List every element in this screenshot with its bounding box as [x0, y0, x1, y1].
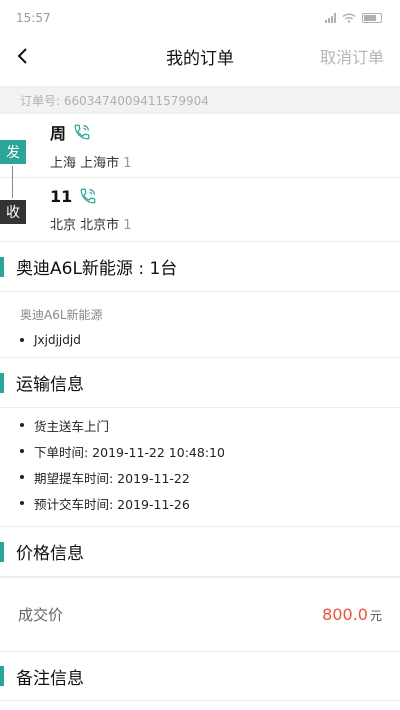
bullet-dot	[20, 501, 24, 505]
back-chevron-icon	[17, 48, 27, 64]
section-accent-bar	[0, 256, 4, 277]
transport-section-header: 运输信息	[0, 358, 400, 408]
receiver-address: 北京 北京市 1	[50, 214, 400, 233]
bullet-dot	[20, 338, 24, 342]
vehicle-heading: 奥迪A6L新能源 : 1台	[16, 259, 178, 279]
receiver-address-text: 北京 北京市	[50, 218, 120, 233]
price-value: 800.0	[322, 605, 368, 624]
price-row: 成交价 800.0 元	[0, 577, 400, 651]
vehicle-model: 奥迪A6L新能源	[20, 308, 103, 322]
list-item: 预计交车时间: 2019-11-26	[20, 490, 380, 516]
transport-list: 货主送车上门 下单时间: 2019-11-22 10:48:10 期望提车时间:…	[0, 408, 400, 527]
section-accent-bar	[0, 372, 4, 393]
signal-icon	[325, 13, 336, 23]
section-accent-bar	[0, 541, 4, 562]
remark-section-header: 备注信息	[0, 651, 400, 701]
wifi-icon	[342, 13, 356, 23]
battery-icon	[362, 13, 382, 23]
list-item: 期望提车时间: 2019-11-22	[20, 464, 380, 490]
expected-pickup-date: 期望提车时间: 2019-11-22	[34, 470, 190, 486]
sender-row: 周 上海 上海市 1	[0, 114, 400, 178]
section-accent-bar	[0, 666, 4, 686]
vehicle-section-header: 奥迪A6L新能源 : 1台	[0, 242, 400, 292]
delivery-method: 货主送车上门	[34, 418, 110, 434]
receive-tag: 收	[0, 200, 26, 224]
estimated-delivery-date: 预计交车时间: 2019-11-26	[34, 496, 190, 512]
bullet-dot	[20, 475, 24, 479]
price-amount: 800.0 元	[322, 605, 382, 624]
bullet-dot	[20, 423, 24, 427]
list-item: Jxjdjjdjd	[20, 333, 380, 347]
price-heading: 价格信息	[16, 544, 84, 564]
vehicle-details: 奥迪A6L新能源 Jxjdjjdjd	[0, 292, 400, 358]
nav-bar: 我的订单 取消订单	[0, 36, 400, 76]
back-button[interactable]	[0, 36, 44, 76]
remark-heading: 备注信息	[16, 668, 84, 689]
sender-address-text: 上海 上海市	[50, 156, 120, 171]
route-connector	[12, 166, 13, 198]
status-bar: 15:57	[0, 0, 400, 36]
status-icons	[325, 13, 382, 23]
price-label: 成交价	[18, 606, 64, 624]
receiver-name: 11	[50, 186, 73, 206]
cancel-order-button[interactable]: 取消订单	[320, 44, 384, 68]
list-item: 货主送车上门	[20, 412, 380, 438]
vehicle-item-text: Jxjdjjdjd	[34, 333, 81, 347]
price-section-header: 价格信息	[0, 527, 400, 577]
order-number: 订单号: 6603474009411579904	[0, 86, 400, 114]
route-section: 周 上海 上海市 1 11 北京 北京市 1	[0, 114, 400, 242]
status-time: 15:57	[16, 11, 51, 25]
sender-name: 周	[50, 124, 67, 143]
list-item: 下单时间: 2019-11-22 10:48:10	[20, 438, 380, 464]
receiver-row: 11 北京 北京市 1	[0, 178, 400, 242]
bullet-dot	[20, 449, 24, 453]
order-time: 下单时间: 2019-11-22 10:48:10	[34, 444, 225, 460]
price-unit: 元	[369, 609, 382, 623]
receiver-address-num: 1	[123, 218, 132, 233]
receiver-phone-icon[interactable]	[78, 186, 98, 206]
transport-heading: 运输信息	[16, 375, 84, 395]
sender-phone-icon[interactable]	[72, 122, 92, 142]
sender-address-num: 1	[123, 156, 132, 171]
send-tag: 发	[0, 140, 26, 164]
sender-address: 上海 上海市 1	[50, 152, 400, 171]
